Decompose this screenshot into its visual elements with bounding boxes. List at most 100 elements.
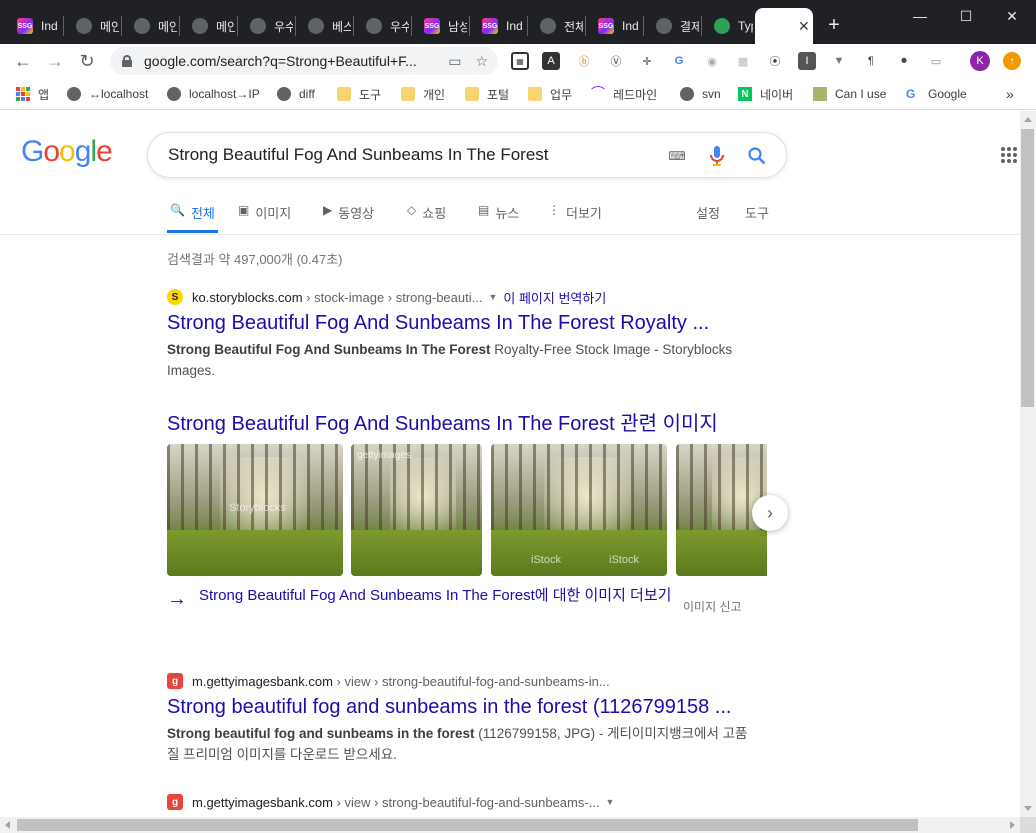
search-input[interactable] xyxy=(168,145,648,165)
browser-tab[interactable]: 메인 xyxy=(63,8,119,44)
address-bar[interactable]: google.com/search?q=Strong+Beautiful+F..… xyxy=(110,47,498,75)
tools-link[interactable]: 도구 xyxy=(745,203,769,233)
result-site: m.gettyimagesbank.com xyxy=(192,794,333,810)
browser-tab[interactable]: 전체 xyxy=(527,8,583,44)
result-path: › view › strong-beautiful-fog-and-sunbea… xyxy=(336,794,600,810)
move-extension-icon[interactable]: ✛ xyxy=(638,52,656,70)
pilcrow-extension-icon[interactable]: ¶ xyxy=(862,52,880,70)
url-text[interactable]: google.com/search?q=Strong+Beautiful+F..… xyxy=(144,53,417,69)
bookmark-item[interactable]: diff xyxy=(277,85,315,103)
image-thumbnail[interactable]: Storyblocks xyxy=(167,444,343,576)
new-tab-button[interactable]: + xyxy=(822,14,846,38)
bookmark-item[interactable]: ⌒ 레드마인 xyxy=(591,85,657,103)
browser-toolbar: ← → ↻ google.com/search?q=Strong+Beautif… xyxy=(0,44,1036,78)
extension-icon[interactable]: ◉ xyxy=(703,52,721,70)
extension-icon[interactable]: I xyxy=(798,52,816,70)
image-thumbnail[interactable]: iStock iStock xyxy=(491,444,667,576)
bookmark-folder[interactable]: 도구 xyxy=(337,85,381,103)
extension-icon[interactable]: ⏺ xyxy=(895,52,913,70)
caret-down-icon[interactable]: ▼ xyxy=(606,797,615,807)
browser-tab[interactable]: 우수 xyxy=(237,8,293,44)
google-logo[interactable]: Google xyxy=(21,135,113,169)
maximize-button[interactable]: ☐ xyxy=(944,0,988,32)
browser-tab[interactable]: 베스 xyxy=(295,8,351,44)
tab-more[interactable]: ⋮ 더보기 xyxy=(548,203,602,233)
report-images-link[interactable]: 이미지 신고 xyxy=(683,598,742,615)
bookmark-item[interactable]: N 네이버 xyxy=(738,85,793,103)
extension-icon[interactable]: A xyxy=(542,52,560,70)
tab-images[interactable]: ▣ 이미지 xyxy=(238,203,291,233)
result-cite[interactable]: g m.gettyimagesbank.com › view › strong-… xyxy=(167,793,767,811)
extension-icon[interactable]: ▭ xyxy=(927,52,945,70)
globe-icon xyxy=(656,18,672,34)
tab-news[interactable]: ▤ 뉴스 xyxy=(478,203,519,233)
google-extension-icon[interactable]: G xyxy=(670,52,688,70)
browser-tab[interactable]: 메인 xyxy=(121,8,177,44)
result-cite[interactable]: g m.gettyimagesbank.com › view › strong-… xyxy=(167,672,767,690)
cast-icon[interactable]: ▭ xyxy=(448,53,461,70)
browser-tab[interactable]: SSG Ind xyxy=(4,8,60,44)
forward-button[interactable]: → xyxy=(43,49,67,73)
update-icon[interactable]: ↑ xyxy=(1003,52,1021,70)
bookmark-apps[interactable]: 앱 xyxy=(16,85,49,103)
qr-extension-icon[interactable]: ▦ xyxy=(511,52,529,70)
bookmark-item[interactable]: G Google xyxy=(906,85,967,103)
bookmark-item[interactable]: svn xyxy=(680,85,721,103)
redmine-icon: ⌒ xyxy=(591,85,605,101)
images-heading[interactable]: Strong Beautiful Fog And Sunbeams In The… xyxy=(167,407,718,436)
browser-tab[interactable]: 메인 xyxy=(179,8,235,44)
carousel-next-button[interactable]: › xyxy=(752,495,788,531)
browser-tab[interactable]: SSG Ind xyxy=(585,8,641,44)
bookmark-folder[interactable]: 업무 xyxy=(528,85,572,103)
bookmark-item[interactable]: localhost→IP xyxy=(167,85,260,103)
lock-icon[interactable] xyxy=(122,55,132,67)
bookmarks-overflow-button[interactable]: » xyxy=(1006,85,1014,103)
extension-icon[interactable]: ▼ xyxy=(830,52,848,70)
caret-down-icon[interactable]: ▼ xyxy=(488,292,497,302)
extension-icon[interactable]: ▩ xyxy=(734,52,752,70)
google-apps-icon[interactable] xyxy=(1001,147,1017,163)
horizontal-scrollbar[interactable] xyxy=(0,817,1020,833)
back-button[interactable]: ← xyxy=(11,49,35,73)
ssg-favicon-icon: SSG xyxy=(598,18,614,34)
tab-all[interactable]: 🔍 전체 xyxy=(167,203,218,233)
bookmark-folder[interactable]: 개인 xyxy=(401,85,445,103)
profile-avatar[interactable]: K xyxy=(970,51,990,71)
bookmark-star-icon[interactable]: ☆ xyxy=(475,53,488,70)
search-box[interactable]: ⌨ xyxy=(147,132,787,178)
bookmark-item[interactable]: ↔localhost xyxy=(67,85,148,103)
reload-button[interactable]: ↻ xyxy=(75,49,99,73)
minimize-button[interactable]: — xyxy=(898,0,942,32)
browser-tab[interactable]: 우수 xyxy=(353,8,409,44)
scrollbar-thumb[interactable] xyxy=(1021,129,1034,407)
result-cite[interactable]: S ko.storyblocks.com › stock-image › str… xyxy=(167,288,767,306)
globe-icon xyxy=(277,87,291,101)
bookmark-folder[interactable]: 포털 xyxy=(465,85,509,103)
extension-icon[interactable]: ⦿ xyxy=(766,52,784,70)
result-title[interactable]: Strong beautiful fog and sunbeams in the… xyxy=(167,696,767,719)
close-tab-icon[interactable]: ✕ xyxy=(798,18,810,35)
more-images-link[interactable]: → Strong Beautiful Fog And Sunbeams In T… xyxy=(167,585,687,609)
vertical-scrollbar[interactable] xyxy=(1020,111,1036,817)
watermark: iStock xyxy=(531,554,561,566)
browser-tab[interactable]: 결제 xyxy=(643,8,699,44)
extension-icon[interactable]: ⓑ xyxy=(575,52,593,70)
result-title[interactable]: Strong Beautiful Fog And Sunbeams In The… xyxy=(167,312,767,335)
translate-link[interactable]: 이 페이지 번역하기 xyxy=(503,288,606,307)
browser-tab-active[interactable]: G ✕ xyxy=(755,8,813,44)
settings-link[interactable]: 설정 xyxy=(696,203,720,233)
tab-shopping[interactable]: ◇ 쇼핑 xyxy=(407,203,446,233)
microphone-icon[interactable] xyxy=(706,145,728,167)
browser-tab[interactable]: Typ xyxy=(701,8,753,44)
scrollbar-thumb[interactable] xyxy=(17,819,918,831)
tab-videos[interactable]: ▶ 동영상 xyxy=(323,203,374,233)
close-window-button[interactable]: ✕ xyxy=(990,0,1034,32)
browser-tab[interactable]: SSG 남성 xyxy=(411,8,467,44)
extension-icon[interactable]: Ⓥ xyxy=(607,52,625,70)
bookmark-item[interactable]: Can I use xyxy=(813,85,886,103)
image-thumbnail[interactable]: gettyimages xyxy=(351,444,482,576)
result-snippet: Strong beautiful fog and sunbeams in the… xyxy=(167,726,748,762)
keyboard-icon[interactable]: ⌨ xyxy=(666,145,688,167)
search-icon[interactable] xyxy=(746,145,768,167)
browser-tab[interactable]: SSG Ind xyxy=(469,8,525,44)
